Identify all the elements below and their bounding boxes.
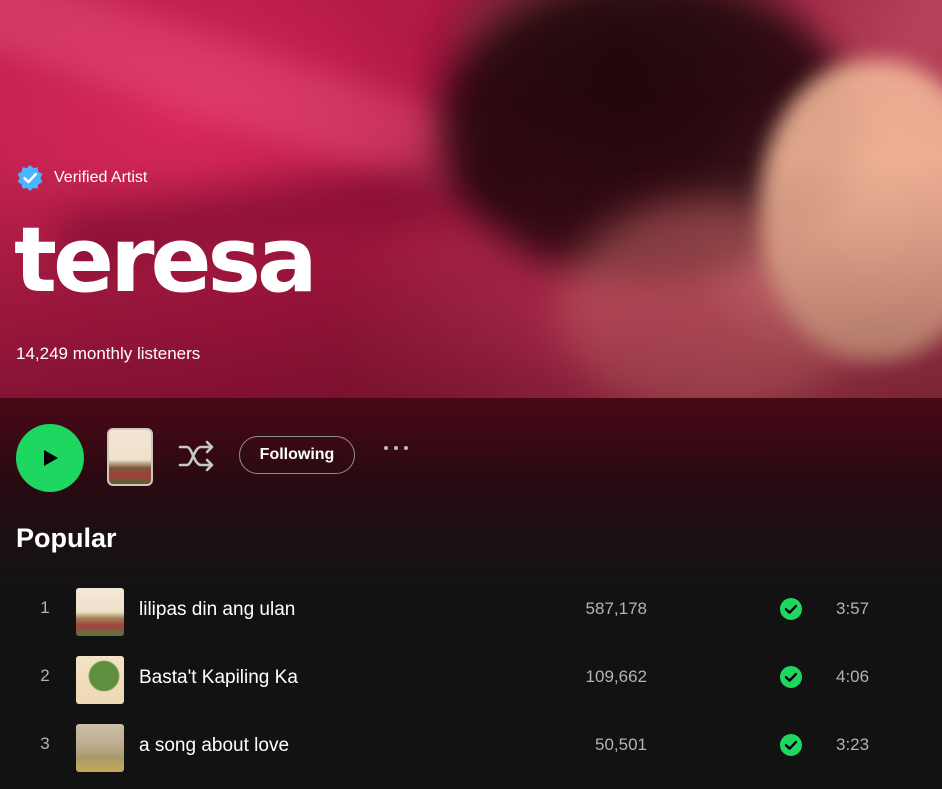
track-duration: 4:06 bbox=[836, 667, 870, 686]
artist-hero-banner bbox=[0, 0, 942, 398]
saved-check-icon[interactable] bbox=[780, 666, 802, 688]
track-play-count: 50,501 bbox=[595, 735, 647, 754]
track-cover-art bbox=[76, 656, 124, 704]
track-row[interactable]: 1 lilipas din ang ulan 587,178 3:57 bbox=[0, 584, 942, 640]
saved-check-icon[interactable] bbox=[780, 734, 802, 756]
verified-badge-icon bbox=[16, 164, 44, 192]
track-title[interactable]: Basta't Kapiling Ka bbox=[139, 667, 298, 689]
now-playing-cover-thumbnail[interactable] bbox=[107, 428, 153, 486]
more-options-icon-dot bbox=[404, 446, 408, 450]
track-title[interactable]: a song about love bbox=[139, 735, 289, 757]
play-button[interactable] bbox=[16, 424, 84, 492]
following-button[interactable]: Following bbox=[239, 436, 355, 474]
hero-image-shade bbox=[0, 0, 942, 398]
track-play-count: 109,662 bbox=[585, 667, 647, 686]
track-cover-art bbox=[76, 724, 124, 772]
popular-section-title: Popular bbox=[16, 523, 117, 553]
track-row[interactable]: 3 a song about love 50,501 3:23 bbox=[0, 720, 942, 776]
track-rank: 3 bbox=[40, 734, 50, 753]
track-cover-art bbox=[76, 588, 124, 636]
more-options-icon-dot bbox=[384, 446, 388, 450]
verified-artist-row: Verified Artist bbox=[16, 164, 147, 192]
shuffle-button[interactable] bbox=[177, 438, 217, 474]
play-icon bbox=[44, 450, 58, 466]
track-rank: 2 bbox=[40, 666, 50, 685]
more-options-button[interactable] bbox=[384, 446, 408, 450]
artist-name: teresa bbox=[14, 208, 318, 313]
track-rank: 1 bbox=[40, 598, 50, 617]
track-duration: 3:57 bbox=[836, 599, 870, 618]
track-play-count: 587,178 bbox=[585, 599, 647, 618]
track-duration: 3:23 bbox=[836, 735, 870, 754]
monthly-listeners: 14,249 monthly listeners bbox=[16, 344, 201, 363]
shuffle-icon bbox=[178, 440, 214, 472]
verified-artist-label: Verified Artist bbox=[54, 169, 148, 186]
track-row[interactable]: 2 Basta't Kapiling Ka 109,662 4:06 bbox=[0, 652, 942, 708]
more-options-icon-dot bbox=[394, 446, 398, 450]
track-title[interactable]: lilipas din ang ulan bbox=[139, 599, 295, 621]
saved-check-icon[interactable] bbox=[780, 598, 802, 620]
